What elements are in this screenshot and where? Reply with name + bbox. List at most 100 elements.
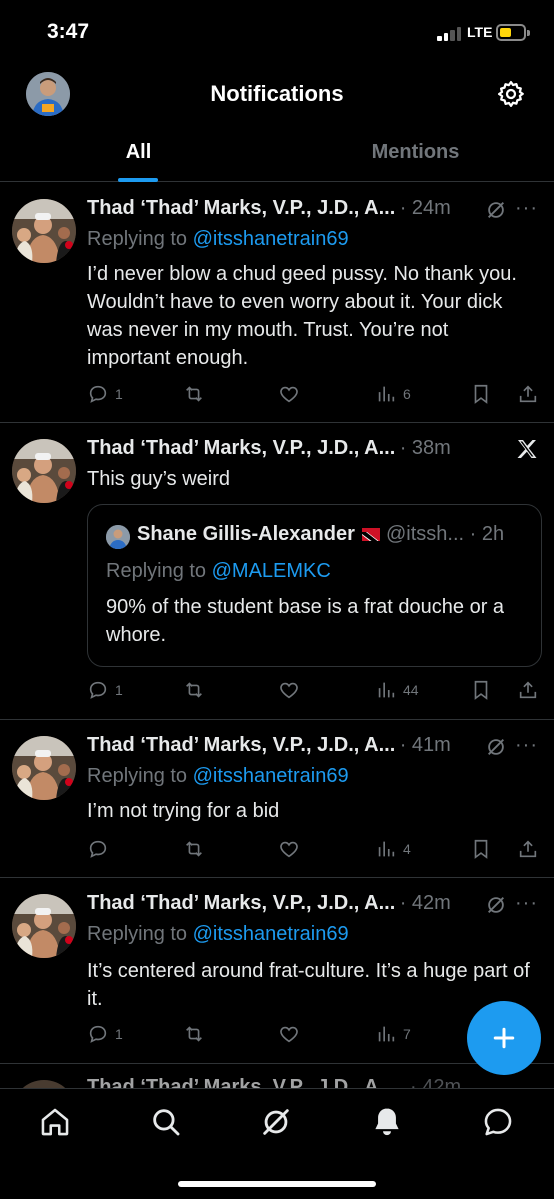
tweet-text: I’d never blow a chud geed pussy. No tha… [87,263,517,369]
display-name[interactable]: Thad ‘Thad’ Marks, V.P., J.D., A... [87,734,395,756]
grok-nav-icon[interactable] [259,1105,293,1139]
search-icon[interactable] [149,1105,183,1139]
tweet-text: This guy’s weird [87,468,231,490]
like-button[interactable] [278,1021,300,1047]
timestamp: · 42m [399,892,451,914]
grok-icon[interactable] [485,736,507,763]
like-button[interactable] [278,381,300,407]
replying-to: Replying to @itsshanetrain69 [87,765,349,787]
retweet-icon [186,682,202,698]
avatar [106,525,130,549]
battery-icon [496,24,530,41]
display-name[interactable]: Thad ‘Thad’ Marks, V.P., J.D., A... [87,892,395,914]
reply-handle-link[interactable]: @MALEMKC [212,560,331,582]
views-icon [378,682,395,698]
views-button[interactable]: 6 [375,381,411,407]
views-button[interactable]: 7 [375,1021,411,1047]
bookmark-button[interactable] [470,677,492,703]
tweet-header: Thad ‘Thad’ Marks, V.P., J.D., A... · 41… [87,734,540,764]
retweet-icon [186,841,202,857]
share-icon [519,681,537,699]
quoted-timestamp: · 2h [469,523,505,545]
flag-icon [362,528,381,542]
tab-all[interactable]: All [0,124,277,181]
like-button[interactable] [278,677,300,703]
tweet-header: Thad ‘Thad’ Marks, V.P., J.D., A... · 42… [87,892,540,922]
quoted-tweet[interactable]: Shane Gillis-Alexander @itssh... · 2h Re… [87,504,542,667]
replying-to: Replying to @MALEMKC [106,560,331,582]
retweet-button[interactable] [183,677,205,703]
heart-icon [280,682,298,699]
partial-notification-item[interactable]: Thad ‘Thad’ Marks, V.P., J.D., A... · 42… [0,1064,554,1088]
like-button[interactable] [278,836,300,862]
avatar[interactable] [12,199,76,263]
share-icon [519,840,537,858]
quoted-text: 90% of the student base is a frat douche… [106,596,505,646]
status-bar: 3:47 LTE [0,0,554,62]
reply-icon [89,840,107,858]
share-button[interactable] [517,836,539,862]
reply-handle-link[interactable]: @itsshanetrain69 [193,228,349,250]
x-logo-icon[interactable] [515,437,539,466]
retweet-button[interactable] [183,1021,205,1047]
messages-icon[interactable] [481,1105,515,1139]
reply-handle-link[interactable]: @itsshanetrain69 [193,765,349,787]
heart-icon [280,1026,298,1043]
bell-icon[interactable] [370,1105,404,1139]
home-indicator [178,1181,376,1187]
network-label: LTE [467,24,493,40]
top-app-bar: Notifications [0,62,554,124]
timestamp: · 42m [410,1076,462,1088]
grok-icon[interactable] [485,894,507,921]
status-time: 3:47 [47,20,90,43]
reply-button[interactable]: 1 [87,1021,123,1047]
reply-button[interactable] [87,836,115,862]
tab-mentions[interactable]: Mentions [277,124,554,181]
tweet-header: Thad ‘Thad’ Marks, V.P., J.D., A... · 38… [87,437,540,467]
replying-to: Replying to @itsshanetrain69 [87,228,349,250]
bookmark-button[interactable] [470,381,492,407]
bookmark-icon [474,384,488,404]
bookmark-button[interactable] [470,836,492,862]
display-name[interactable]: Thad ‘Thad’ Marks, V.P., J.D., A... [87,437,395,459]
bookmark-icon [474,839,488,859]
avatar [12,1080,76,1088]
share-button[interactable] [517,381,539,407]
avatar[interactable] [12,736,76,800]
views-button[interactable]: 44 [375,677,419,703]
more-icon[interactable]: ··· [515,734,538,757]
more-icon[interactable]: ··· [515,892,538,915]
notification-item[interactable]: Thad ‘Thad’ Marks, V.P., J.D., A... · 41… [0,720,554,878]
tweet-actions: 1 44 [87,677,542,703]
more-icon[interactable]: ··· [515,197,538,220]
page-title: Notifications [210,81,344,106]
tweet-actions: 4 [87,836,542,862]
replying-to: Replying to @itsshanetrain69 [87,923,349,945]
tab-bar: All Mentions [0,124,554,182]
heart-icon [280,386,298,403]
retweet-button[interactable] [183,836,205,862]
share-button[interactable] [517,677,539,703]
avatar[interactable] [12,894,76,958]
share-icon [519,385,537,403]
retweet-button[interactable] [183,381,205,407]
views-icon [378,386,395,402]
reply-icon [89,1025,107,1043]
display-name[interactable]: Thad ‘Thad’ Marks, V.P., J.D., A... [87,197,395,219]
gear-icon[interactable] [496,79,526,109]
compose-button[interactable] [467,1001,541,1075]
notification-item[interactable]: Thad ‘Thad’ Marks, V.P., J.D., A... · 24… [0,183,554,423]
notification-item[interactable]: Thad ‘Thad’ Marks, V.P., J.D., A... · 38… [0,423,554,720]
grok-icon[interactable] [485,199,507,226]
plus-icon [493,1027,515,1049]
views-button[interactable]: 4 [375,836,411,862]
reply-button[interactable]: 1 [87,381,123,407]
home-icon[interactable] [38,1105,72,1139]
reply-handle-link[interactable]: @itsshanetrain69 [193,923,349,945]
reply-button[interactable]: 1 [87,677,123,703]
tweet-text: I’m not trying for a bid [87,800,280,822]
avatar[interactable] [12,439,76,503]
signal-icon [437,27,463,41]
heart-icon [280,841,298,858]
tweet-actions: 1 6 [87,381,542,407]
